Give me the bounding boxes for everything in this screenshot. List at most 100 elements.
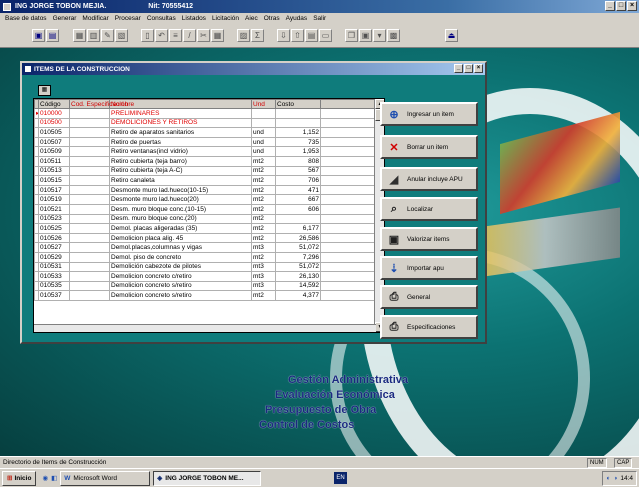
volume-icon[interactable]: ◑ — [613, 475, 617, 482]
table-row[interactable]: 010527 Demol.placas,columnas y vigas mt3 51… — [34, 242, 375, 253]
table-row[interactable]: 010523 Desm. muro bloque conc.(20) mt2 — [34, 213, 375, 225]
cell-cod-especificacion[interactable] — [69, 146, 110, 157]
items-minimize-button[interactable]: _ — [454, 64, 463, 73]
cell-cod-especificacion[interactable] — [69, 223, 110, 234]
cell-cod-especificacion[interactable] — [69, 117, 110, 129]
column-header-nombre[interactable]: Nombre — [109, 99, 252, 109]
grid-icon[interactable]: ▦ — [73, 29, 86, 42]
cell-cod-especificacion[interactable] — [69, 165, 110, 177]
cell-codigo[interactable]: 010505 — [38, 127, 70, 138]
cell-costo[interactable]: 471 — [275, 184, 321, 196]
table-row[interactable]: ▸010000 PRELIMINARES — [34, 108, 375, 119]
cell-codigo[interactable]: 010511 — [38, 155, 70, 167]
settings-icon[interactable]: ▩ — [387, 29, 400, 42]
open-icon[interactable]: ▣ — [32, 29, 45, 42]
cell-codigo[interactable]: 010525 — [38, 223, 70, 234]
cell-und[interactable]: mt2 — [251, 251, 276, 263]
menu-modificar[interactable]: Modificar — [79, 15, 111, 22]
table-row[interactable]: 010507 Retiro de puertas und 735 — [34, 136, 375, 148]
menu-listados[interactable]: Listados — [179, 15, 209, 22]
cell-costo[interactable]: 4,377 — [275, 290, 321, 301]
menu-otras[interactable]: Otras — [261, 15, 283, 22]
cell-costo[interactable]: 667 — [275, 194, 321, 205]
cell-nombre[interactable]: Retiro de puertas — [109, 136, 252, 148]
table-row[interactable]: 010535 Demolicion concreto s/retiro mt3 14,… — [34, 280, 375, 292]
cell-und[interactable]: mt2 — [251, 213, 276, 225]
cell-costo[interactable]: 26,130 — [275, 271, 321, 282]
cell-cod-especificacion[interactable] — [69, 136, 110, 148]
report-icon[interactable]: ▥ — [87, 29, 100, 42]
cell-codigo[interactable]: 010509 — [38, 146, 70, 157]
menu-procesar[interactable]: Procesar — [112, 15, 144, 22]
cell-costo[interactable]: 606 — [275, 203, 321, 215]
cell-nombre[interactable]: Demolicion concreto s/retiro — [109, 290, 252, 301]
maximize-button[interactable]: □ — [616, 1, 626, 11]
cell-nombre[interactable]: Desmonte muro lad.hueco(10-15) — [109, 184, 252, 196]
menu-generar[interactable]: Generar — [50, 15, 80, 22]
table-row[interactable]: 010515 Retiro canaleta mt2 706 — [34, 175, 375, 186]
cell-codigo[interactable]: 010523 — [38, 213, 70, 225]
cell-codigo[interactable]: 010535 — [38, 280, 70, 292]
document-icon[interactable]: ▯ — [141, 29, 154, 42]
cell-nombre[interactable]: Desmonte muro lad.hueco(20) — [109, 194, 252, 205]
cell-nombre[interactable]: Retiro de aparatos sanitarios — [109, 127, 252, 138]
cell-codigo[interactable]: 010526 — [38, 232, 70, 244]
cell-costo[interactable]: 51,072 — [275, 242, 321, 253]
print-icon[interactable]: ▤ — [305, 29, 318, 42]
taskbar-app[interactable]: ◈ ING JORGE TOBON ME... — [153, 470, 262, 486]
menu-ayudas[interactable]: Ayudas — [283, 15, 311, 22]
cell-cod-especificacion[interactable] — [69, 184, 110, 196]
cell-cod-especificacion[interactable] — [69, 232, 110, 244]
table-row[interactable]: 010529 Demol. piso de concreto mt2 7,296 — [34, 251, 375, 263]
cell-cod-especificacion[interactable] — [69, 271, 110, 282]
cell-nombre[interactable]: Desm. muro bloque conc.(20) — [109, 213, 252, 225]
cell-cod-especificacion[interactable] — [69, 290, 110, 301]
ingresar-item-button[interactable]: ⊕ Ingresar un item — [380, 102, 478, 126]
cell-und[interactable]: mt2 — [251, 203, 276, 215]
copy-icon[interactable]: ❐ — [345, 29, 358, 42]
table-row[interactable]: 010505 Retiro de aparatos sanitarios und 1,… — [34, 127, 375, 138]
table-row[interactable]: 010525 Demol. placas aligeradas (35) mt2 6,… — [34, 223, 375, 234]
especificaciones-print-button[interactable]: ⎙ Especificaciones — [380, 315, 478, 339]
cell-nombre[interactable]: Demol. piso de concreto — [109, 251, 252, 263]
quick-launch-icon[interactable]: ◉ — [42, 474, 48, 482]
cell-costo[interactable]: 26,586 — [275, 232, 321, 244]
column-header-und[interactable]: Und — [251, 99, 276, 109]
cell-codigo[interactable]: 010537 — [38, 290, 70, 301]
table-row[interactable]: 010537 Demolicion concreto s/retiro mt2 4,3… — [34, 290, 375, 301]
cell-costo[interactable]: 51,072 — [275, 261, 321, 273]
table-row[interactable]: 010519 Desmonte muro lad.hueco(20) mt2 667 — [34, 194, 375, 205]
cell-und[interactable]: mt2 — [251, 223, 276, 234]
cell-costo[interactable]: 7,296 — [275, 251, 321, 263]
menu-licitacion[interactable]: Licitación — [209, 15, 242, 22]
table-row[interactable]: 010526 Demolicion placa alig. 45 mt2 26,586 — [34, 232, 375, 244]
column-header-codigo[interactable]: Código — [38, 99, 70, 109]
cell-nombre[interactable]: Demolicion concreto s/retiro — [109, 280, 252, 292]
anular-apu-button[interactable]: ◢ Anular incluye APU — [380, 167, 478, 191]
cell-cod-especificacion[interactable] — [69, 213, 110, 225]
pencil-icon[interactable]: / — [183, 29, 196, 42]
preview-icon[interactable]: ▭ — [319, 29, 332, 42]
cell-cod-especificacion[interactable] — [69, 108, 110, 119]
cell-cod-especificacion[interactable] — [69, 194, 110, 205]
cell-costo[interactable]: 14,592 — [275, 280, 321, 292]
exit-icon[interactable]: ⏏ — [445, 29, 458, 42]
cell-nombre[interactable]: Desm. muro bloque conc.(10-15) — [109, 203, 252, 215]
cell-und[interactable]: mt2 — [251, 194, 276, 205]
table-row[interactable]: 010513 Retiro cubierta (teja A-C) mt2 567 — [34, 165, 375, 177]
cell-nombre[interactable]: Retiro ventanas(incl vidrio) — [109, 146, 252, 157]
cell-costo[interactable]: 808 — [275, 155, 321, 167]
cell-und[interactable]: und — [251, 127, 276, 138]
cell-nombre[interactable]: PRELIMINARES — [109, 108, 252, 119]
close-button[interactable]: × — [627, 1, 637, 11]
network-icon[interactable]: ◐ — [606, 475, 610, 482]
cell-nombre[interactable]: Demol.placas,columnas y vigas — [109, 242, 252, 253]
column-header-costo[interactable]: Costo — [275, 99, 321, 109]
quick-launch-icon[interactable]: ◧ — [51, 474, 57, 482]
filter-icon[interactable]: ▾ — [373, 29, 386, 42]
column-header-cod-especificacion[interactable]: Cod. Especificación — [69, 99, 128, 109]
cell-cod-especificacion[interactable] — [69, 280, 110, 292]
cell-cod-especificacion[interactable] — [69, 251, 110, 263]
cell-costo[interactable]: 6,177 — [275, 223, 321, 234]
import-icon[interactable]: ⇩ — [277, 29, 290, 42]
